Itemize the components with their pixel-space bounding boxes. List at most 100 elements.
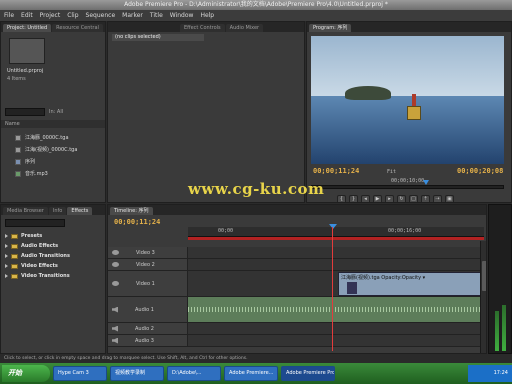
tab-project[interactable]: Project: Untitled [3,24,52,32]
menu-file[interactable]: File [4,12,14,19]
track-body[interactable] [188,323,486,334]
program-scrub-bar[interactable] [311,185,504,189]
timeline-playhead-handle[interactable] [329,224,337,229]
taskbar-item[interactable]: Adobe Premiere... [224,366,278,381]
track-header: Video 1 [108,271,188,296]
project-item-count: 4 Items [7,76,26,82]
track-name: Audio 2 [135,325,154,332]
project-item[interactable]: 音乐.mp3 [15,170,48,177]
start-button[interactable]: 开始 [2,365,50,382]
tab-audio-mixer[interactable]: Audio Mixer [225,24,264,32]
effects-tabs: Media Browser Info Effects [1,205,105,215]
audio-clip[interactable] [188,297,486,322]
video-clip[interactable]: 江海豚(视频).tga Opacity:Opacity ▾ [338,272,486,296]
scrollbar-thumb[interactable] [482,261,486,291]
tab-effects[interactable]: Effects [67,207,93,215]
eye-icon[interactable] [112,262,119,267]
effect-controls-tabs: Effect Controls Audio Mixer [108,22,304,32]
track-body[interactable]: 江海豚(视频).tga Opacity:Opacity ▾ [188,271,486,296]
folder-icon [11,263,18,269]
effects-folder-audio-effects[interactable]: Audio Effects [5,243,58,249]
project-column-header-name[interactable]: Name [1,120,105,128]
set-out-button[interactable]: } [349,195,358,202]
effects-folder-label: Presets [21,233,43,239]
track-body[interactable] [188,247,486,258]
tab-timeline[interactable]: Timeline: 序列 [110,207,153,215]
play-button[interactable]: ▶ [373,195,382,202]
menu-project[interactable]: Project [40,12,61,19]
tab-info[interactable]: Info [48,207,67,215]
lift-button[interactable]: ⇡ [421,195,430,202]
project-tabs: Project: Untitled Resource Central [1,22,105,32]
timeline-tabs: Timeline: 序列 [108,205,486,215]
tab-effect-controls[interactable]: Effect Controls [180,24,225,32]
menu-title[interactable]: Title [150,12,163,19]
tab-resource-central[interactable]: Resource Central [52,24,103,32]
effects-search-input[interactable] [5,219,65,227]
track-body[interactable] [188,259,486,270]
timeline-scrollbar[interactable] [480,241,486,353]
sequence-icon [15,158,21,165]
menu-window[interactable]: Window [170,12,194,19]
tab-media-browser[interactable]: Media Browser [3,207,48,215]
program-current-timecode[interactable]: 00;00;11;24 [313,167,359,175]
menu-edit[interactable]: Edit [21,12,33,19]
track-header: Audio 1 [108,297,188,322]
taskbar-item[interactable]: Adobe Premiere Pro [281,366,335,381]
taskbar-item[interactable]: 视频教学录制 [110,366,164,381]
taskbar-item[interactable]: Hype Cam 3 [53,366,107,381]
taskbar-item[interactable]: D:\Adobe\... [167,366,221,381]
eye-icon[interactable] [112,281,119,286]
eye-icon[interactable] [112,250,119,255]
safe-margins-button[interactable]: □ [409,195,418,202]
menu-clip[interactable]: Clip [67,12,78,19]
track-audio-2: Audio 2 [108,323,486,335]
project-item[interactable]: 序列 [15,158,35,165]
timeline-timecode[interactable]: 00;00;11;24 [114,218,160,226]
folder-icon [11,243,18,249]
speaker-icon[interactable] [112,325,118,332]
track-header: Video 2 [108,259,188,270]
menu-help[interactable]: Help [200,12,214,19]
project-in-filter[interactable]: In: All [49,109,63,115]
step-back-button[interactable]: ◂ [361,195,370,202]
ruler-label: 00;00 [218,228,234,234]
track-name: Video 1 [136,280,155,287]
audio-waveform [188,307,486,312]
system-clock: 17:24 [468,365,512,382]
effects-folder-label: Audio Effects [21,243,59,249]
effects-folder-audio-transitions[interactable]: Audio Transitions [5,253,70,259]
export-frame-button[interactable]: ▣ [445,195,454,202]
clip-label: 江海豚(视频).tga Opacity:Opacity ▾ [341,275,426,281]
expand-icon [5,254,8,258]
program-monitor: Program: 序列 00;00;11;24 Fit 00;00;20;08 … [306,21,512,203]
track-video-3: Video 3 [108,247,486,259]
menu-marker[interactable]: Marker [122,12,143,19]
project-search-input[interactable] [5,108,45,116]
track-header: Audio 2 [108,323,188,334]
program-fit-select[interactable]: Fit [387,169,396,175]
speaker-icon[interactable] [112,337,118,344]
set-in-button[interactable]: { [337,195,346,202]
track-body[interactable] [188,335,486,346]
program-playhead[interactable] [423,180,429,185]
effects-folder-video-effects[interactable]: Video Effects [5,263,58,269]
project-item-label: 序列 [25,159,36,165]
step-forward-button[interactable]: ▸ [385,195,394,202]
work-area-bar[interactable] [188,237,484,240]
speaker-icon[interactable] [112,306,118,313]
extract-button[interactable]: ⇢ [433,195,442,202]
project-item[interactable]: 江海豚_0000C.tga [15,134,69,141]
project-name: Untitled.prproj [7,68,44,74]
menu-sequence[interactable]: Sequence [86,12,116,19]
track-header: Video 3 [108,247,188,258]
expand-icon [5,234,8,238]
loop-button[interactable]: ↻ [397,195,406,202]
effects-folder-presets[interactable]: Presets [5,233,42,239]
video-file-icon [15,134,21,141]
program-ruler-label: 00;00;10;00 [391,178,425,184]
project-item[interactable]: 江海(视频)_0000C.tga [15,146,77,153]
effects-folder-video-transitions[interactable]: Video Transitions [5,273,70,279]
effects-folder-label: Audio Transitions [21,253,70,259]
tab-program[interactable]: Program: 序列 [309,24,352,32]
